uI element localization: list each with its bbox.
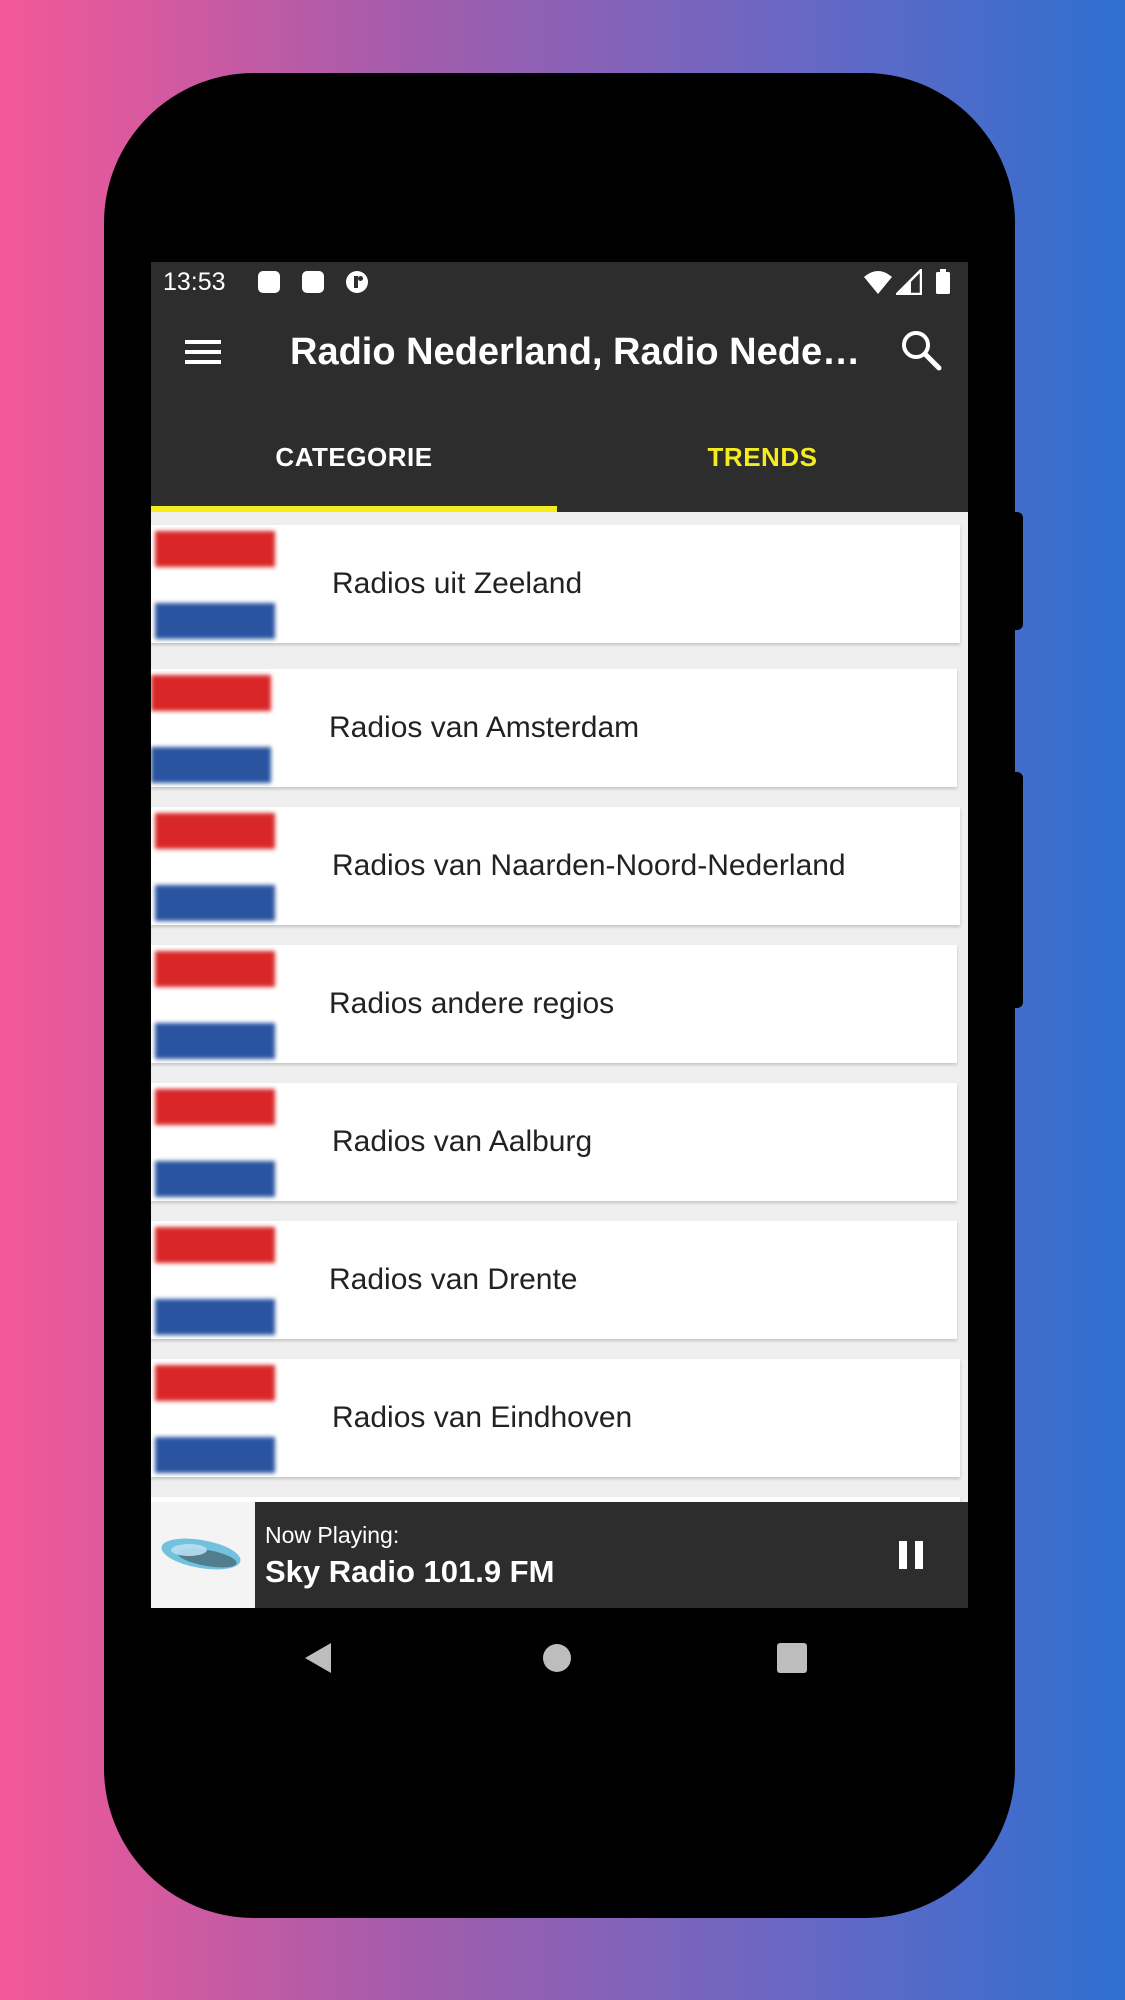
category-item-drente[interactable]: Radios van Drente — [151, 1221, 957, 1339]
category-item-andere-regios[interactable]: Radios andere regios — [151, 945, 957, 1063]
system-nav-bar — [151, 1608, 968, 1708]
hamburger-menu-icon[interactable] — [181, 330, 225, 374]
notification-square-icon — [302, 271, 324, 293]
category-item-zeeland[interactable]: Radios uit Zeeland — [151, 525, 960, 643]
station-logo-image — [151, 1502, 255, 1608]
home-icon[interactable] — [542, 1643, 572, 1673]
category-label: Radios van Drente — [329, 1263, 578, 1296]
phone-screen: 13:53 Radio Nederland, Radio Nederla CAT… — [151, 262, 968, 1708]
category-item-naarden-noord-nederland[interactable]: Radios van Naarden-Noord-Nederland — [151, 807, 960, 925]
recents-icon[interactable] — [777, 1643, 807, 1673]
netherlands-flag-icon — [155, 1227, 275, 1335]
search-icon[interactable] — [897, 326, 945, 374]
netherlands-flag-icon — [155, 1365, 275, 1473]
tab-trends[interactable]: TRENDS — [557, 402, 968, 512]
now-playing-label: Now Playing: — [265, 1522, 400, 1548]
category-label: Radios uit Zeeland — [332, 567, 583, 600]
category-item-aalburg[interactable]: Radios van Aalburg — [151, 1083, 957, 1201]
signal-icon — [896, 269, 922, 295]
tab-bar: CATEGORIE TRENDS — [151, 402, 968, 512]
netherlands-flag-icon — [155, 531, 275, 639]
category-item-eindhoven[interactable]: Radios van Eindhoven — [151, 1359, 960, 1477]
phone-volume-button — [1015, 772, 1023, 1008]
now-playing-station: Sky Radio 101.9 FM — [265, 1554, 555, 1589]
wifi-icon — [864, 271, 892, 294]
phone-power-button — [1015, 512, 1023, 630]
category-label: Radios andere regios — [329, 987, 615, 1020]
netherlands-flag-icon — [155, 813, 275, 921]
netherlands-flag-icon — [151, 675, 271, 783]
netherlands-flag-icon — [155, 951, 275, 1059]
status-bar: 13:53 — [151, 262, 968, 302]
category-label: Radios van Amsterdam — [329, 711, 640, 744]
now-playing-bar[interactable]: Now Playing: Sky Radio 101.9 FM — [151, 1502, 968, 1608]
app-title: Radio Nederland, Radio Nederland Online — [290, 331, 870, 373]
category-label: Radios van Eindhoven — [332, 1401, 633, 1434]
notification-square-icon — [258, 271, 280, 293]
netherlands-flag-icon — [155, 1089, 275, 1197]
tab-categorie[interactable]: CATEGORIE — [151, 402, 557, 512]
status-time: 13:53 — [163, 268, 226, 296]
battery-icon — [936, 269, 950, 294]
pause-icon[interactable] — [891, 1535, 931, 1575]
category-label: Radios van Aalburg — [332, 1125, 593, 1158]
category-item-amsterdam[interactable]: Radios van Amsterdam — [151, 669, 957, 787]
category-label: Radios van Naarden-Noord-Nederland — [332, 849, 846, 882]
station-logo — [151, 1502, 255, 1608]
app-bar: Radio Nederland, Radio Nederland Online — [151, 302, 968, 402]
notification-round-icon — [346, 271, 368, 293]
back-icon[interactable] — [301, 1640, 337, 1676]
